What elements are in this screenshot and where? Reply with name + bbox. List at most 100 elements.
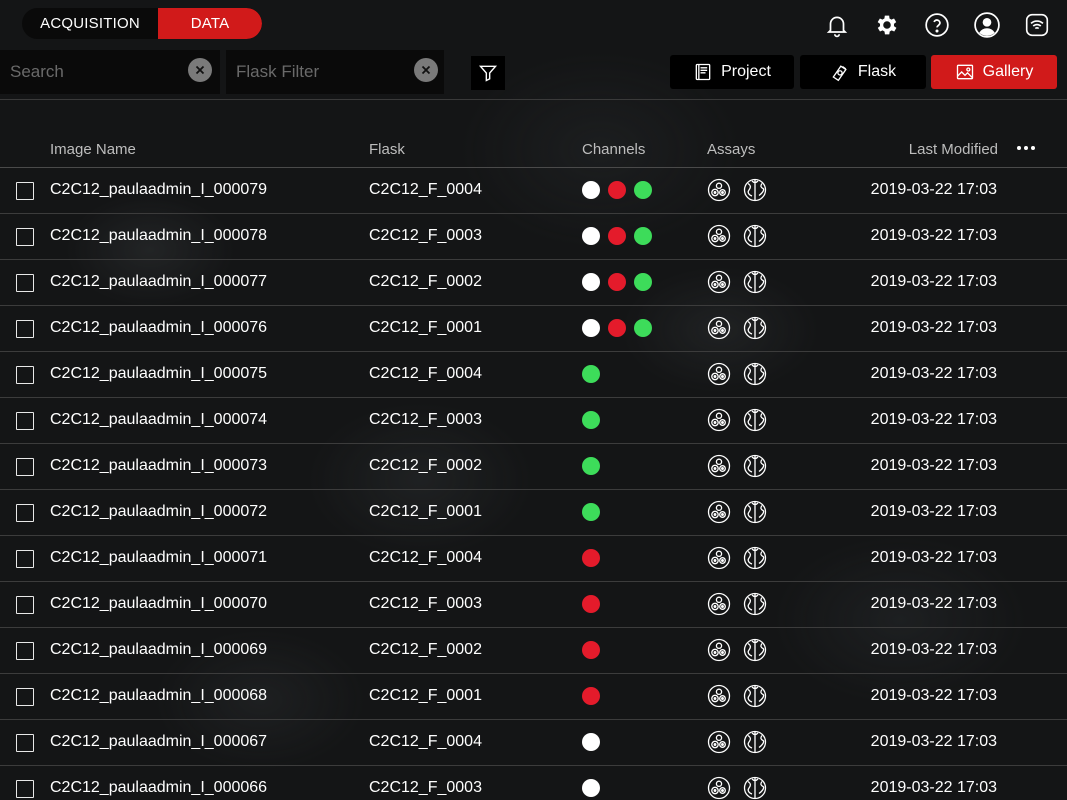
channel-white-dot [582, 779, 600, 797]
table-row[interactable]: C2C12_paulaadmin_I_000079 C2C12_F_0004 201… [0, 168, 1067, 214]
gear-icon[interactable] [869, 8, 905, 42]
assay-globe-icon[interactable] [743, 730, 767, 754]
table-row[interactable]: C2C12_paulaadmin_I_000071 C2C12_F_0004 201… [0, 536, 1067, 582]
row-checkbox[interactable] [16, 458, 34, 476]
row-checkbox[interactable] [16, 274, 34, 292]
assay-cells-icon[interactable] [707, 500, 731, 524]
image-name: C2C12_paulaadmin_I_000077 [50, 273, 268, 290]
assay-globe-icon[interactable] [743, 592, 767, 616]
row-checkbox[interactable] [16, 596, 34, 614]
data-tab[interactable]: DATA [158, 8, 262, 39]
project-icon [695, 63, 711, 81]
table-row[interactable]: C2C12_paulaadmin_I_000075 C2C12_F_0004 201… [0, 352, 1067, 398]
assay-globe-icon[interactable] [743, 316, 767, 340]
last-modified: 2019-03-22 17:03 [870, 457, 997, 474]
assay-cells-icon[interactable] [707, 454, 731, 478]
assay-globe-icon[interactable] [743, 454, 767, 478]
table-body: C2C12_paulaadmin_I_000079 C2C12_F_0004 201… [0, 168, 1067, 800]
column-assays[interactable]: Assays [707, 141, 755, 158]
table-row[interactable]: C2C12_paulaadmin_I_000068 C2C12_F_0001 201… [0, 674, 1067, 720]
top-icons [819, 8, 1055, 42]
assay-cells-icon[interactable] [707, 362, 731, 386]
row-checkbox[interactable] [16, 320, 34, 338]
assay-globe-icon[interactable] [743, 684, 767, 708]
filter-button[interactable] [471, 56, 505, 90]
assay-globe-icon[interactable] [743, 408, 767, 432]
image-name: C2C12_paulaadmin_I_000078 [50, 227, 268, 244]
table-row[interactable]: C2C12_paulaadmin_I_000067 C2C12_F_0004 201… [0, 720, 1067, 766]
gallery-view-button[interactable]: Gallery [931, 55, 1057, 89]
table-row[interactable]: C2C12_paulaadmin_I_000070 C2C12_F_0003 201… [0, 582, 1067, 628]
table-row[interactable]: C2C12_paulaadmin_I_000072 C2C12_F_0001 201… [0, 490, 1067, 536]
row-checkbox[interactable] [16, 550, 34, 568]
acquisition-tab[interactable]: ACQUISITION [22, 8, 158, 39]
assay-globe-icon[interactable] [743, 638, 767, 662]
assay-globe-icon[interactable] [743, 500, 767, 524]
table-row[interactable]: C2C12_paulaadmin_I_000074 C2C12_F_0003 201… [0, 398, 1067, 444]
assay-cells-icon[interactable] [707, 684, 731, 708]
row-checkbox[interactable] [16, 504, 34, 522]
clear-search-button[interactable] [188, 58, 212, 82]
assay-cells-icon[interactable] [707, 178, 731, 202]
assay-cells-icon[interactable] [707, 730, 731, 754]
assay-cells-icon[interactable] [707, 270, 731, 294]
help-icon[interactable] [919, 8, 955, 42]
image-name: C2C12_paulaadmin_I_000070 [50, 595, 268, 612]
flask-view-button[interactable]: Flask [800, 55, 926, 89]
last-modified: 2019-03-22 17:03 [870, 779, 997, 796]
channel-red-dot [582, 641, 600, 659]
assays [707, 546, 767, 570]
table-row[interactable]: C2C12_paulaadmin_I_000077 C2C12_F_0002 201… [0, 260, 1067, 306]
assay-cells-icon[interactable] [707, 224, 731, 248]
last-modified: 2019-03-22 17:03 [870, 273, 997, 290]
user-icon[interactable] [969, 8, 1005, 42]
table-row[interactable]: C2C12_paulaadmin_I_000073 C2C12_F_0002 201… [0, 444, 1067, 490]
row-checkbox[interactable] [16, 688, 34, 706]
assay-cells-icon[interactable] [707, 592, 731, 616]
assay-cells-icon[interactable] [707, 316, 731, 340]
table-row[interactable]: C2C12_paulaadmin_I_000076 C2C12_F_0001 201… [0, 306, 1067, 352]
row-checkbox[interactable] [16, 366, 34, 384]
row-checkbox[interactable] [16, 182, 34, 200]
table-row[interactable]: C2C12_paulaadmin_I_000078 C2C12_F_0003 201… [0, 214, 1067, 260]
assay-globe-icon[interactable] [743, 776, 767, 800]
channels [582, 273, 652, 291]
assay-globe-icon[interactable] [743, 178, 767, 202]
table-row[interactable]: C2C12_paulaadmin_I_000069 C2C12_F_0002 201… [0, 628, 1067, 674]
bell-icon[interactable] [819, 8, 855, 42]
row-checkbox[interactable] [16, 780, 34, 798]
image-name: C2C12_paulaadmin_I_000071 [50, 549, 268, 566]
assay-globe-icon[interactable] [743, 270, 767, 294]
assay-globe-icon[interactable] [743, 362, 767, 386]
flask-name: C2C12_F_0003 [369, 595, 482, 612]
column-channels[interactable]: Channels [582, 141, 645, 158]
flask-icon [832, 65, 847, 82]
assay-globe-icon[interactable] [743, 224, 767, 248]
assay-cells-icon[interactable] [707, 776, 731, 800]
row-checkbox[interactable] [16, 642, 34, 660]
assay-cells-icon[interactable] [707, 638, 731, 662]
gallery-view-label: Gallery [982, 63, 1034, 80]
clear-flask-filter-button[interactable] [414, 58, 438, 82]
row-checkbox[interactable] [16, 228, 34, 246]
table-row[interactable]: C2C12_paulaadmin_I_000066 C2C12_F_0003 201… [0, 766, 1067, 800]
last-modified: 2019-03-22 17:03 [870, 319, 997, 336]
filter-icon [478, 65, 498, 82]
last-modified: 2019-03-22 17:03 [870, 687, 997, 704]
project-view-button[interactable]: Project [670, 55, 794, 89]
more-icon[interactable] [1017, 140, 1037, 156]
search-input[interactable] [0, 62, 170, 82]
row-checkbox[interactable] [16, 734, 34, 752]
assay-cells-icon[interactable] [707, 408, 731, 432]
assays [707, 500, 767, 524]
flask-filter-input[interactable] [226, 62, 396, 82]
column-image-name[interactable]: Image Name [50, 141, 136, 158]
last-modified: 2019-03-22 17:03 [870, 503, 997, 520]
column-flask[interactable]: Flask [369, 141, 405, 158]
row-checkbox[interactable] [16, 412, 34, 430]
column-last-modified[interactable]: Last Modified [909, 141, 998, 158]
wifi-icon[interactable] [1019, 8, 1055, 42]
assay-cells-icon[interactable] [707, 546, 731, 570]
assay-globe-icon[interactable] [743, 546, 767, 570]
last-modified: 2019-03-22 17:03 [870, 733, 997, 750]
